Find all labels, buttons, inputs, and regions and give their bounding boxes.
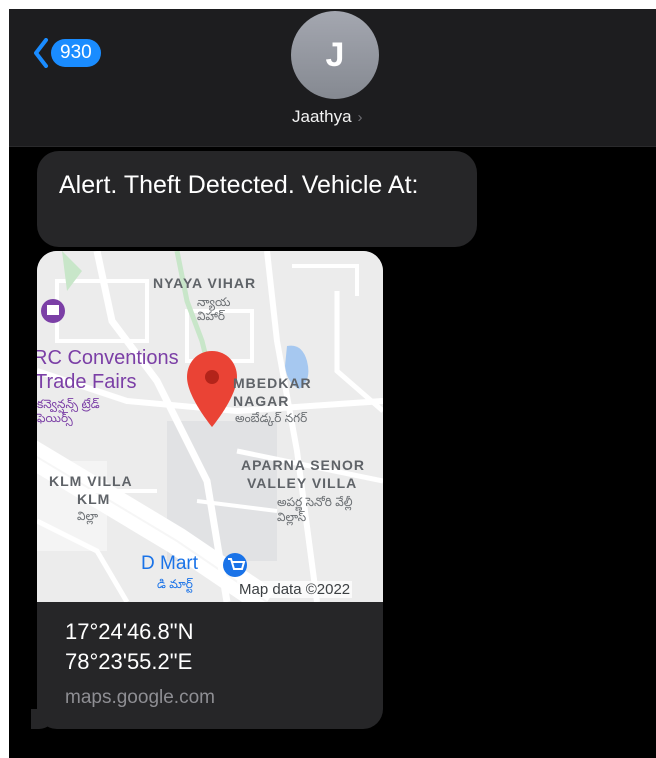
incoming-message-bubble[interactable]: Alert. Theft Detected. Vehicle At: (37, 151, 477, 247)
map-label-klm-2: KLM (77, 491, 111, 507)
map-label-ambedkar-1: MBEDKAR (233, 375, 312, 391)
map-thumbnail[interactable]: NYAYA VIHAR న్యాయ విహార్ RC Conventions … (37, 251, 383, 602)
map-attribution: Map data ©2022 (237, 581, 353, 598)
map-label-conventions-te: కన్వెన్షన్స్ ట్రేడ్ ఫెయిర్స్ (37, 397, 100, 425)
map-label-klm-1: KLM VILLA (49, 473, 133, 489)
coordinate-latitude: 17°24'46.8"N (65, 619, 194, 644)
map-label-nyaya-vihar-te: న్యాయ విహార్ (197, 295, 231, 323)
map-link-preview[interactable]: NYAYA VIHAR న్యాయ విహార్ RC Conventions … (37, 251, 383, 729)
contact-name-button[interactable]: Jaathya › (292, 107, 363, 127)
map-label-aparna-1: APARNA SENOR (241, 457, 366, 473)
map-label-dmart-te: డి మార్ట్ (157, 577, 193, 591)
map-label-conventions-2: Trade Fairs (37, 371, 137, 393)
avatar-initial: J (325, 35, 345, 74)
map-label-conventions-1: RC Conventions (37, 347, 179, 369)
map-label-ambedkar-2: NAGAR (233, 393, 290, 409)
unread-count-badge: 930 (51, 39, 101, 67)
map-label-ambedkar-te: అంబేడ్కర్ నగర్ (235, 411, 308, 425)
messages-screen: 930 J Jaathya › Alert. Theft Detected. V… (9, 9, 656, 758)
conversation-header: 930 J Jaathya › (9, 9, 656, 147)
coordinate-longitude: 78°23'55.2"E (65, 649, 193, 674)
map-label-aparna-2: VALLEY VILLA (247, 475, 358, 491)
link-domain: maps.google.com (65, 687, 215, 708)
map-label-klm-te: విల్లా (77, 509, 99, 523)
contact-name: Jaathya (292, 107, 352, 126)
back-button[interactable]: 930 (33, 36, 101, 70)
chevron-left-icon (34, 38, 48, 68)
chevron-right-icon: › (357, 108, 363, 126)
link-title: 17°24'46.8"N 78°23'55.2"E (65, 617, 365, 677)
contact-avatar[interactable]: J (291, 11, 379, 99)
map-label-aparna-te: అపర్ణ సెనోరి వేల్లీ విల్లాస్ (277, 495, 353, 524)
map-label-dmart: D Mart (141, 553, 198, 574)
map-label-nyaya-vihar: NYAYA VIHAR (153, 275, 257, 291)
message-text: Alert. Theft Detected. Vehicle At: (59, 171, 419, 199)
